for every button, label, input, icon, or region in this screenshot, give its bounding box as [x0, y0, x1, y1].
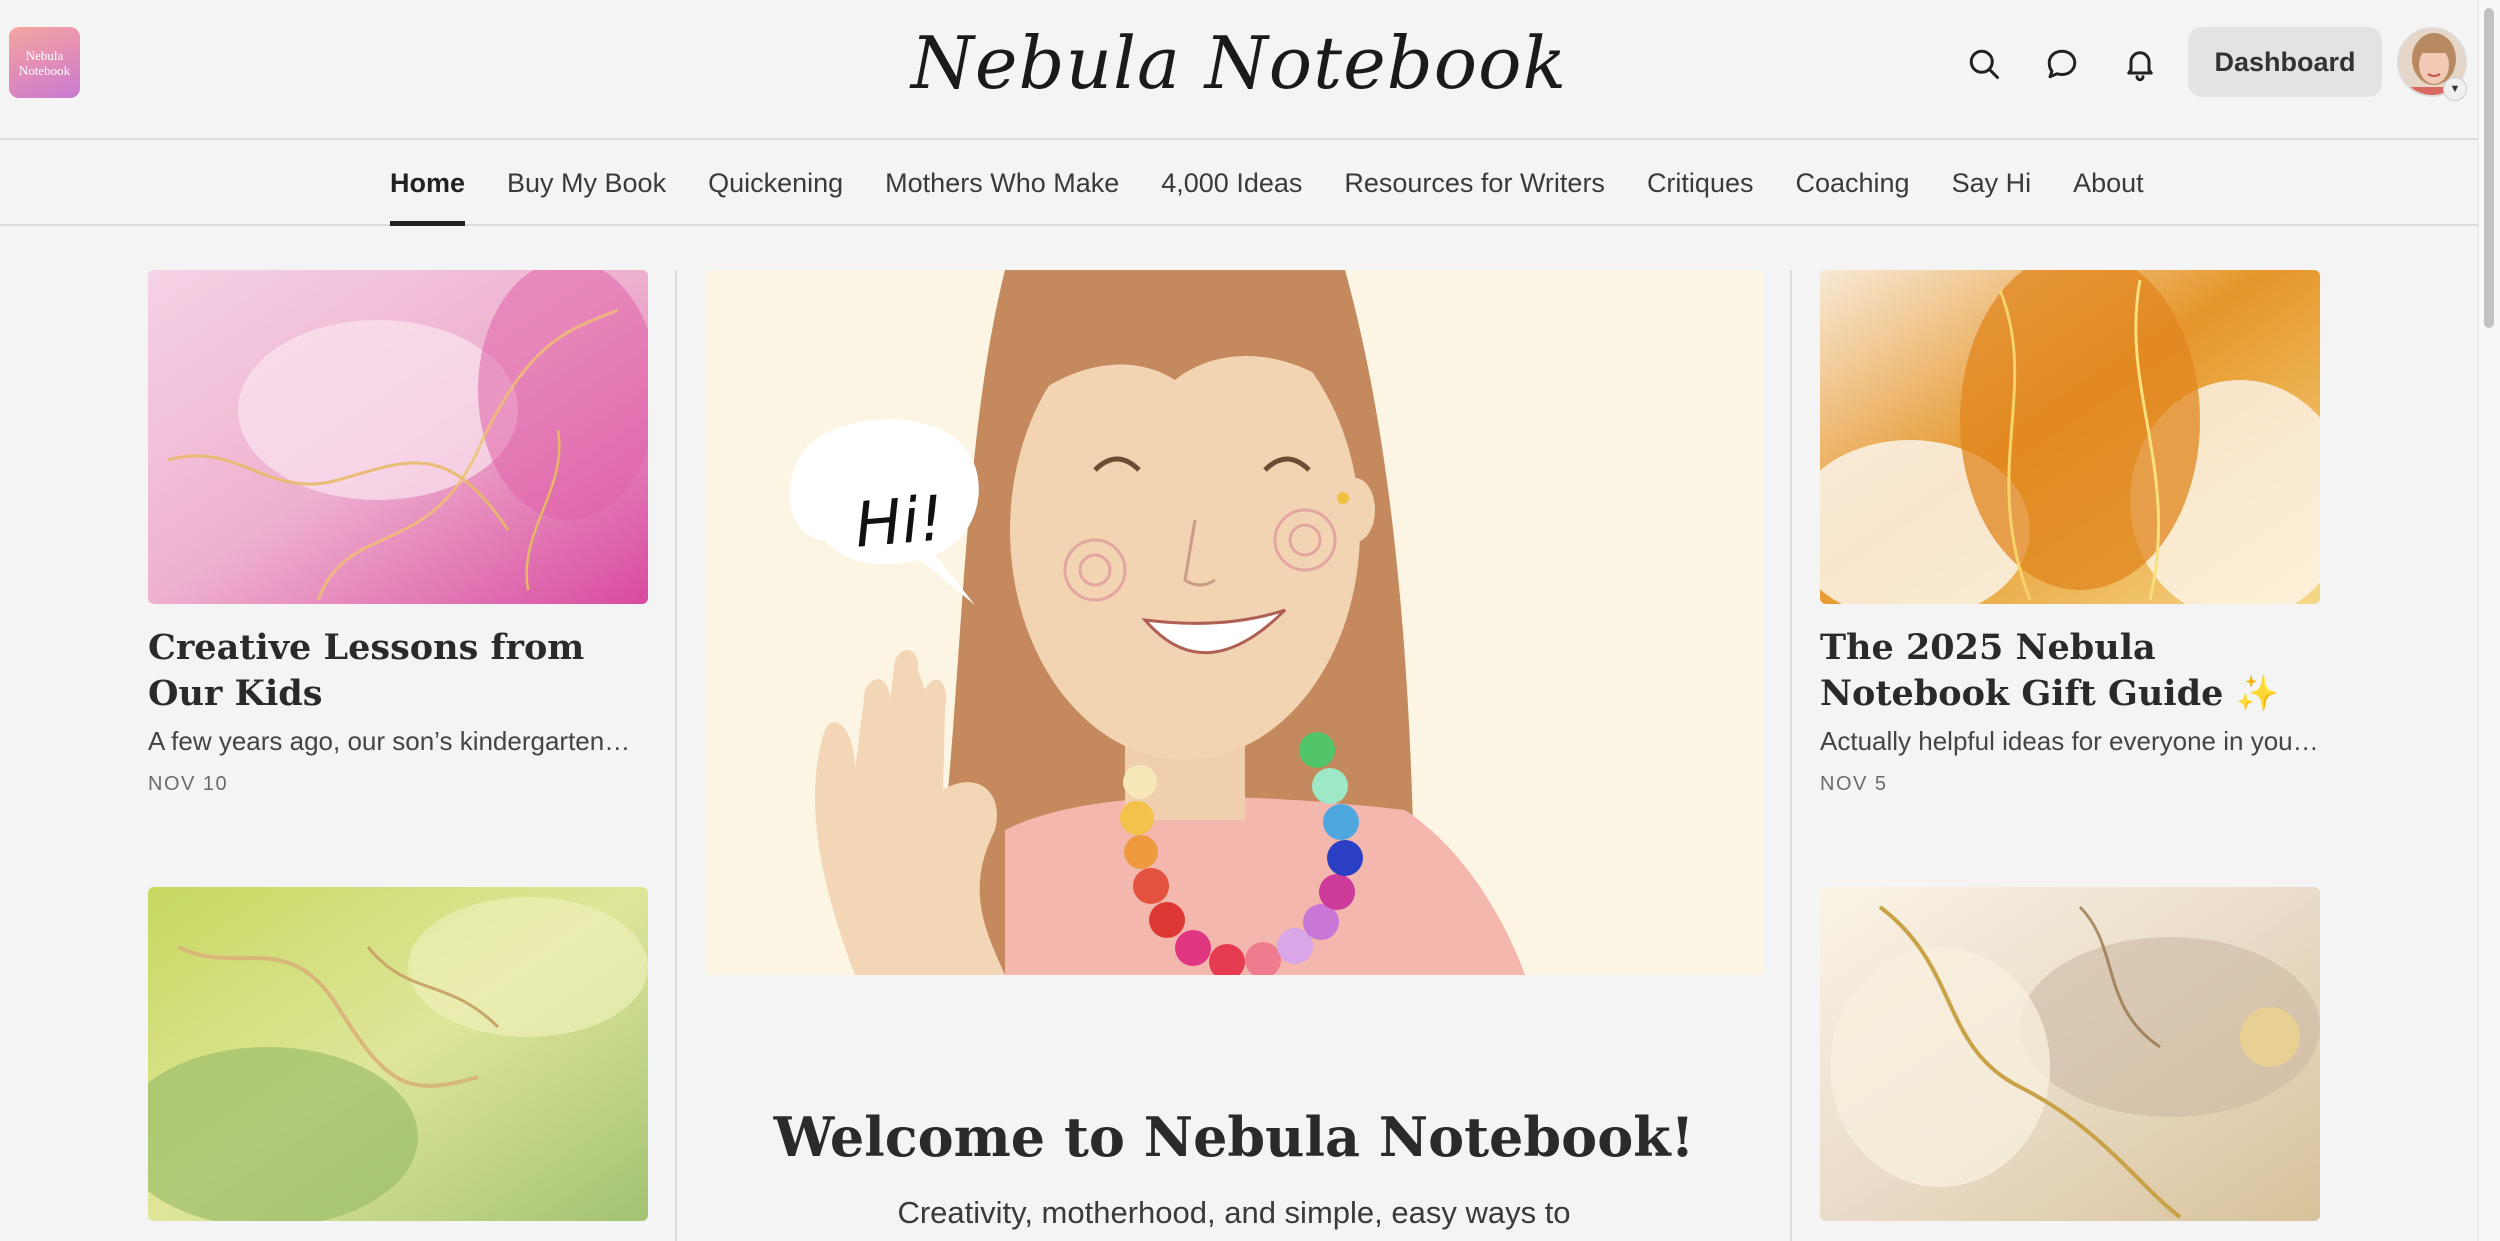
nav-item-coaching[interactable]: Coaching [1795, 140, 1909, 226]
nav-item-say-hi[interactable]: Say Hi [1952, 140, 2032, 226]
speech-bubble-text: Hi! [851, 481, 947, 562]
site-title[interactable]: Nebula Notebook [0, 18, 2478, 108]
nav-item-about[interactable]: About [2073, 140, 2144, 226]
column-divider-left [675, 270, 677, 1241]
nav-item-resources-for-writers[interactable]: Resources for Writers [1344, 140, 1605, 226]
bell-icon[interactable] [2118, 42, 2162, 86]
main-navigation: Home Buy My Book Quickening Mothers Who … [0, 140, 2478, 226]
post-thumbnail-pink[interactable] [148, 270, 648, 604]
nav-item-4000-ideas[interactable]: 4,000 Ideas [1161, 140, 1302, 226]
dashboard-button[interactable]: Dashboard [2188, 27, 2382, 97]
nav-item-quickening[interactable]: Quickening [708, 140, 843, 226]
hero-illustration: Hi! [705, 270, 1763, 975]
scrollbar-thumb[interactable] [2484, 8, 2494, 328]
post-thumbnail-orange[interactable] [1820, 270, 2320, 604]
chat-icon[interactable] [2040, 42, 2084, 86]
post-excerpt: Actually helpful ideas for everyone in y… [1820, 726, 2320, 756]
post-thumbnail-gold[interactable] [1820, 887, 2320, 1221]
post-thumbnail-green[interactable] [148, 887, 648, 1221]
welcome-subtitle: Creativity, motherhood, and simple, easy… [897, 1195, 1571, 1230]
column-divider-right [1790, 270, 1792, 1241]
post-excerpt: A few years ago, our son’s kindergarten… [148, 726, 631, 756]
search-icon[interactable] [1962, 42, 2006, 86]
welcome-title: Welcome to Nebula Notebook! [773, 1105, 1695, 1169]
nav-item-mothers-who-make[interactable]: Mothers Who Make [885, 140, 1119, 226]
account-menu-chevron-icon[interactable]: ▼ [2443, 77, 2467, 101]
nav-item-critiques[interactable]: Critiques [1647, 140, 1754, 226]
nav-item-home[interactable]: Home [390, 140, 466, 226]
post-date: NOV 10 [148, 773, 229, 795]
nav-item-buy-my-book[interactable]: Buy My Book [507, 140, 666, 226]
post-title[interactable]: The 2025 Nebula Notebook Gift Guide ✨ [1820, 625, 2350, 717]
site-header: Nebula Notebook Nebula Notebook Dashboar… [0, 0, 2478, 140]
post-date: NOV 5 [1820, 773, 1888, 795]
post-title[interactable]: Creative Lessons from Our Kids [148, 625, 648, 717]
